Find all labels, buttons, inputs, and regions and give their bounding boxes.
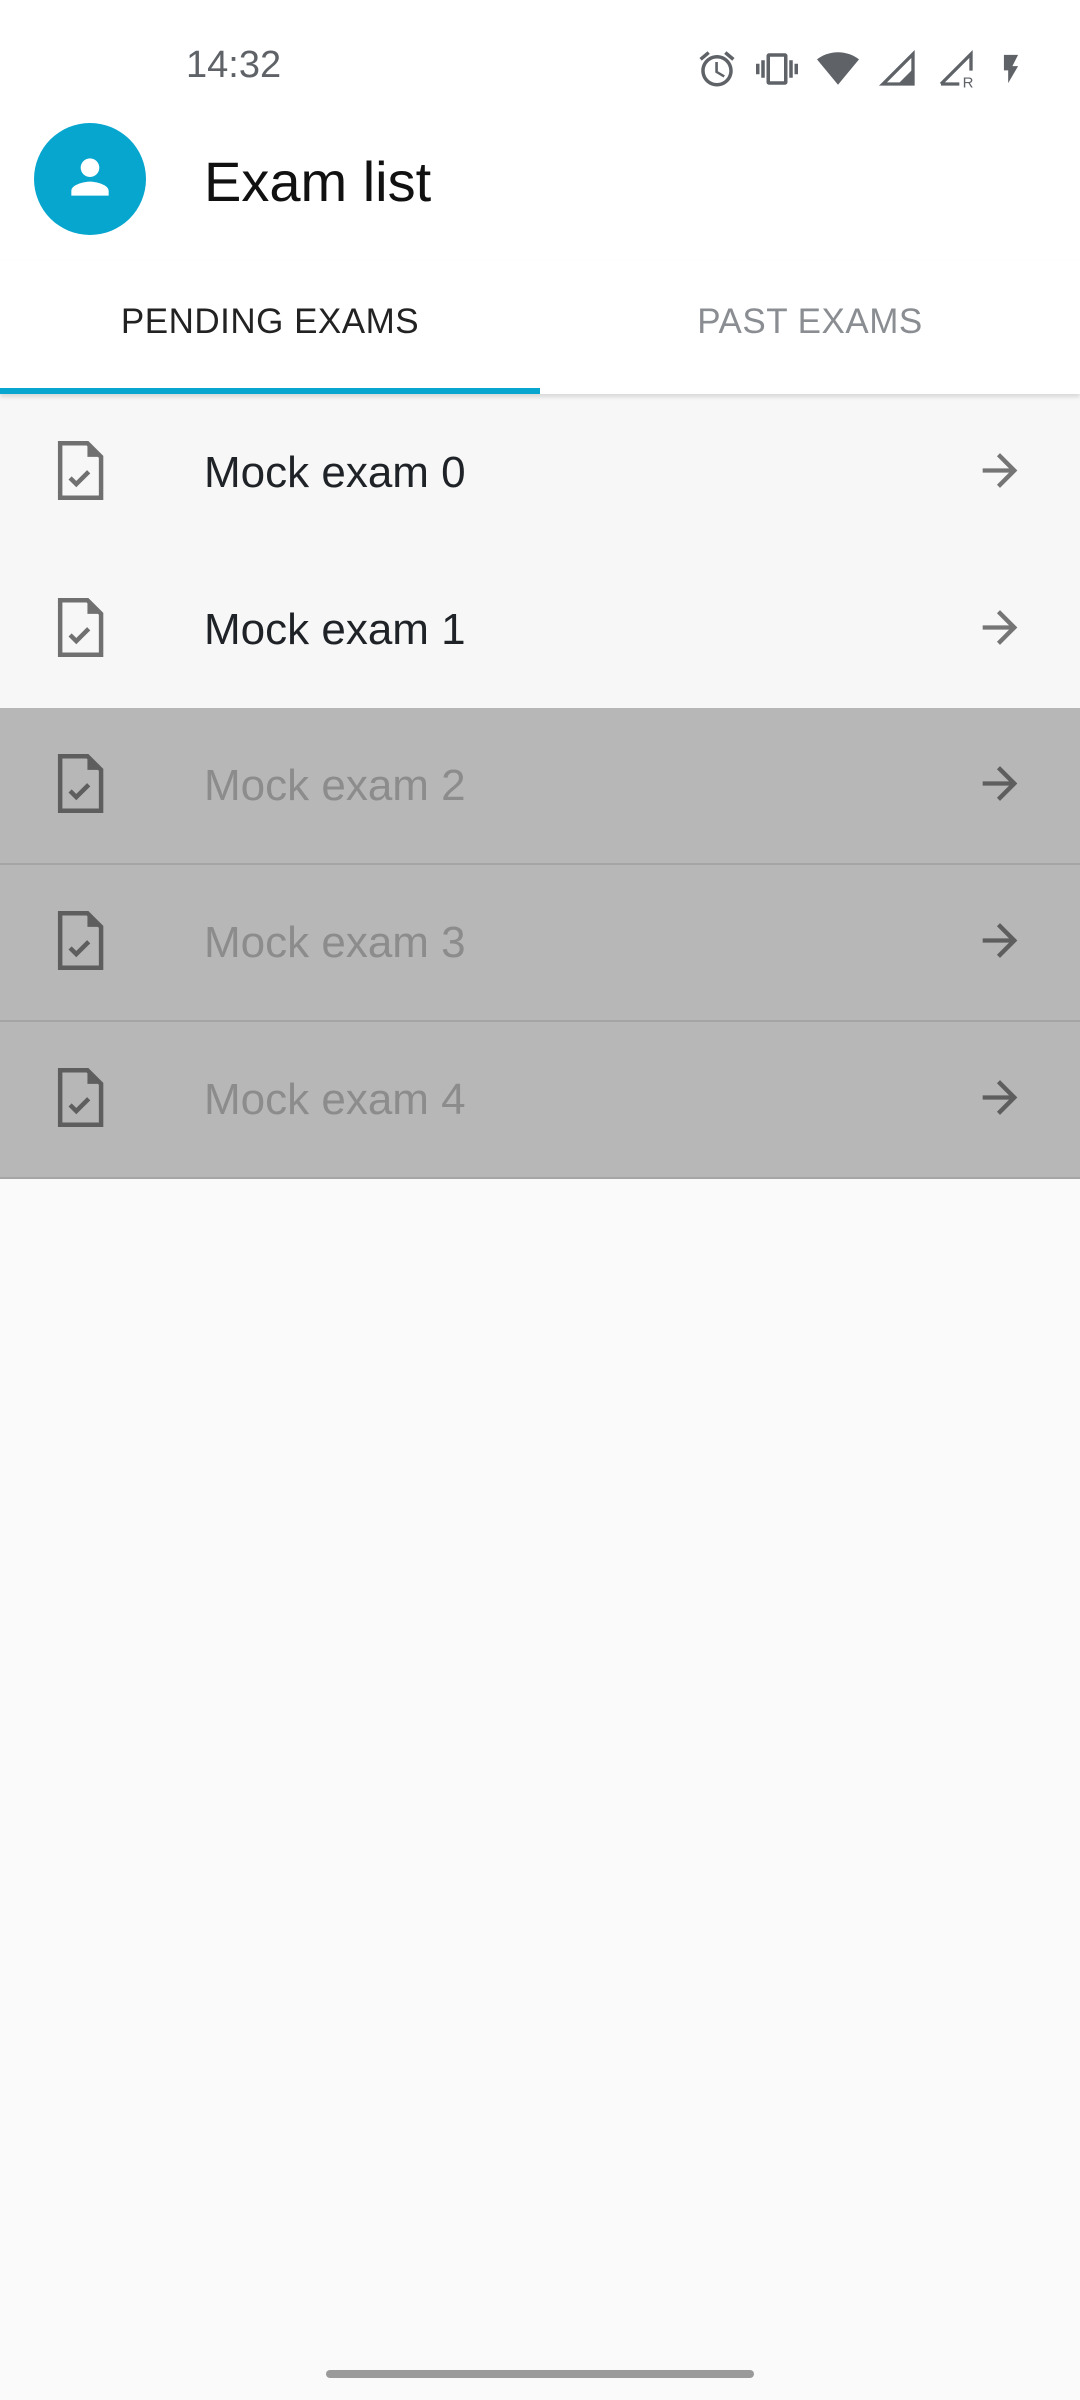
- exam-item[interactable]: Mock exam 2: [0, 708, 1080, 865]
- vibrate-icon: [756, 48, 798, 90]
- signal-roaming-icon: R: [936, 49, 976, 89]
- status-time: 14:32: [186, 44, 282, 86]
- gesture-nav-handle[interactable]: [326, 2370, 754, 2378]
- charging-icon: [994, 48, 1028, 90]
- tab-indicator: [0, 388, 540, 394]
- exam-label: Mock exam 0: [204, 447, 466, 497]
- exam-item[interactable]: Mock exam 3: [0, 865, 1080, 1022]
- avatar[interactable]: [34, 123, 146, 235]
- exam-item[interactable]: Mock exam 0: [0, 394, 1080, 551]
- exam-list: Mock exam 0 Mock exam 1 Mock exam 2 Mock…: [0, 394, 1080, 1179]
- tab-pending-exams[interactable]: PENDING EXAMS: [0, 260, 540, 394]
- svg-text:R: R: [963, 74, 974, 89]
- status-bar: 14:32 R: [0, 0, 1080, 120]
- exam-label: Mock exam 4: [204, 1074, 466, 1124]
- document-check-icon: [55, 596, 105, 663]
- arrow-right-icon[interactable]: [974, 914, 1026, 971]
- status-icons: R: [696, 44, 1028, 94]
- tab-bar: PENDING EXAMS PAST EXAMS: [0, 260, 1080, 394]
- wifi-icon: [816, 48, 860, 90]
- alarm-icon: [696, 48, 738, 90]
- exam-label: Mock exam 2: [204, 760, 466, 810]
- exam-label: Mock exam 3: [204, 917, 466, 967]
- document-check-icon: [55, 909, 105, 976]
- app-header: Exam list: [0, 120, 1080, 260]
- tab-label: PENDING EXAMS: [120, 302, 420, 341]
- arrow-right-icon[interactable]: [974, 757, 1026, 814]
- exam-label: Mock exam 1: [204, 604, 466, 654]
- exam-item[interactable]: Mock exam 1: [0, 551, 1080, 708]
- tab-past-exams[interactable]: PAST EXAMS: [540, 260, 1080, 394]
- document-check-icon: [55, 439, 105, 506]
- exam-item[interactable]: Mock exam 4: [0, 1022, 1080, 1179]
- tab-label: PAST EXAMS: [697, 302, 923, 341]
- arrow-right-icon[interactable]: [974, 601, 1026, 658]
- signal-icon: [878, 49, 918, 89]
- document-check-icon: [55, 752, 105, 819]
- page-title: Exam list: [204, 150, 432, 213]
- arrow-right-icon[interactable]: [974, 1071, 1026, 1128]
- arrow-right-icon[interactable]: [974, 444, 1026, 501]
- document-check-icon: [55, 1066, 105, 1133]
- person-icon: [62, 149, 118, 210]
